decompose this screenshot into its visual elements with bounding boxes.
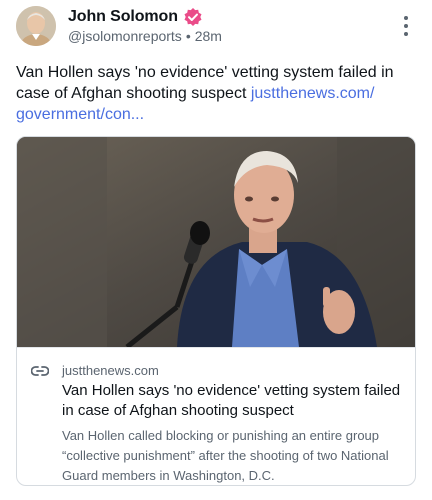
card-footer[interactable]: justthenews.com Van Hollen says 'no evid… xyxy=(17,347,415,485)
card-title[interactable]: Van Hollen says 'no evidence' vetting sy… xyxy=(62,381,407,421)
author-avatar[interactable] xyxy=(16,6,56,46)
meta-separator: • xyxy=(185,28,191,44)
post-header: John Solomon @jsolomonreports • 28m xyxy=(16,6,416,46)
more-options-icon[interactable] xyxy=(396,14,416,38)
author-name[interactable]: John Solomon xyxy=(68,8,178,26)
verified-badge-icon xyxy=(184,8,202,26)
post-timestamp[interactable]: 28m xyxy=(195,28,222,44)
post-body: Van Hollen says 'no evidence' vetting sy… xyxy=(16,62,416,125)
link-icon xyxy=(31,366,49,376)
card-description: Van Hollen called blocking or punishing … xyxy=(62,428,389,483)
card-domain: justthenews.com xyxy=(62,363,159,378)
author-handle[interactable]: @jsolomonreports xyxy=(68,28,182,44)
card-image[interactable] xyxy=(17,137,415,347)
link-preview-card[interactable]: justthenews.com Van Hollen says 'no evid… xyxy=(16,136,416,486)
